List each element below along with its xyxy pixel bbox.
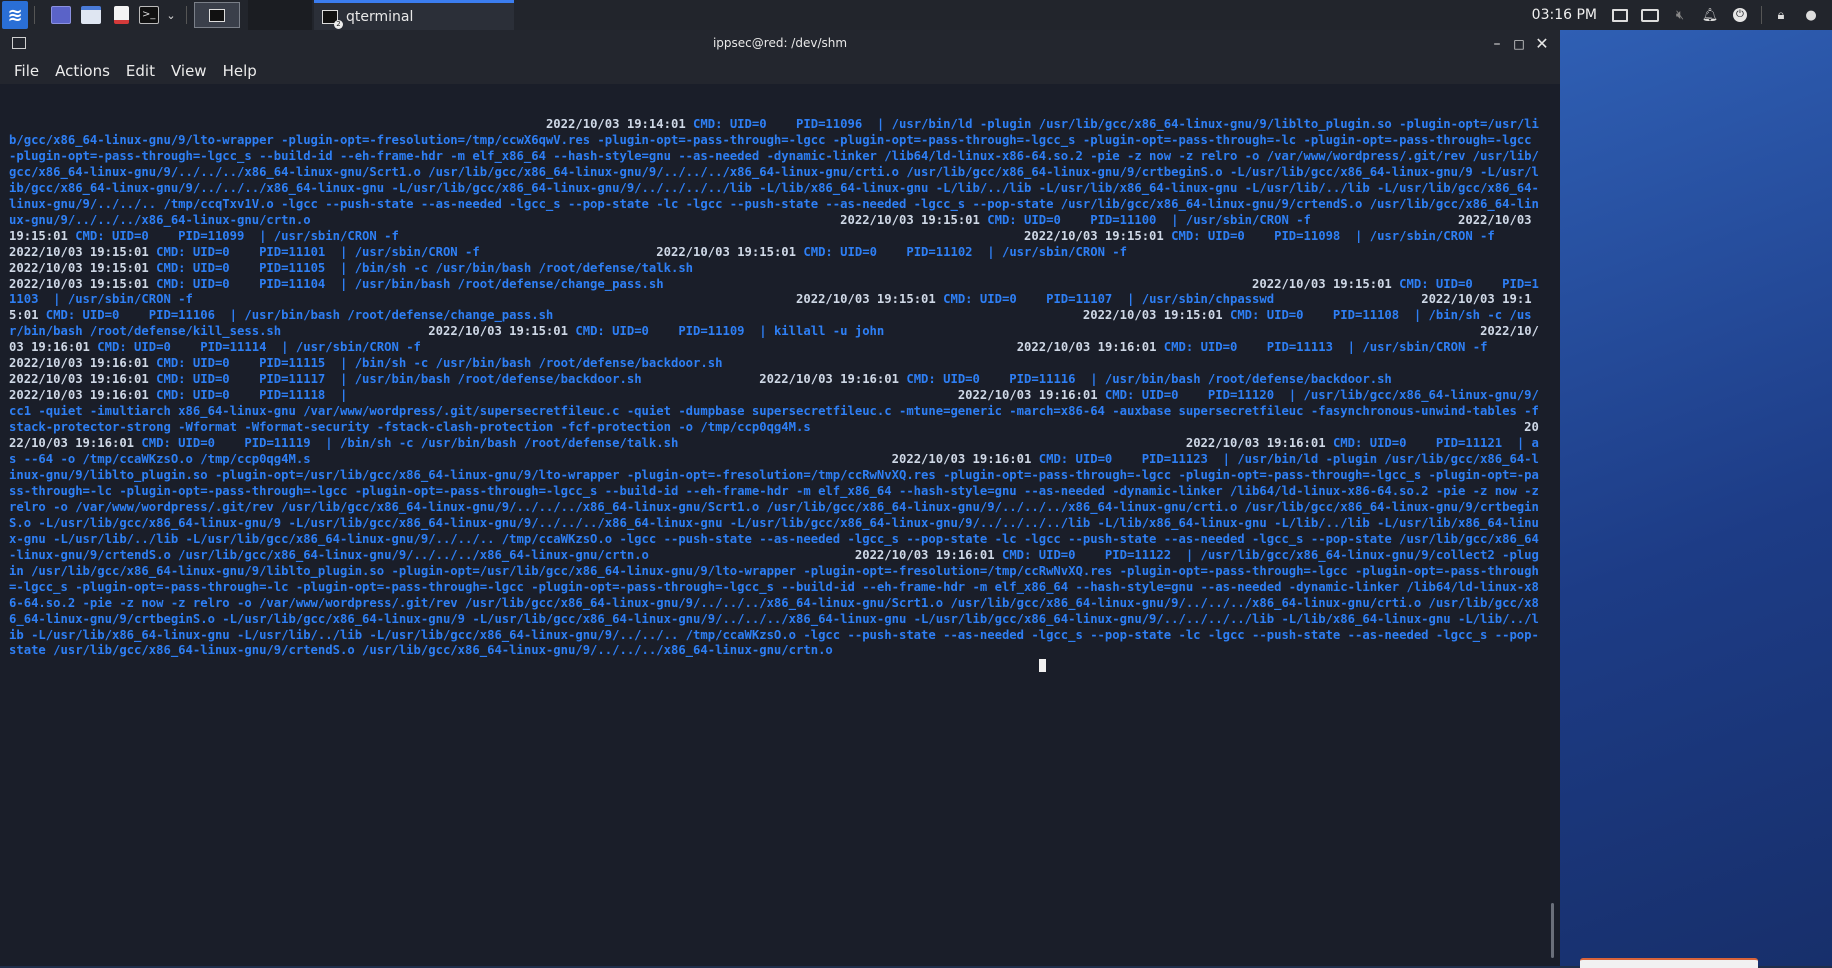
- workspace-2[interactable]: [248, 0, 312, 30]
- log-timestamp: 2022/10/03 19:15:01: [9, 260, 149, 275]
- terminal-line: 2022/10/03 19:15:01 CMD: UID=0 PID=11102…: [480, 245, 1127, 259]
- log-timestamp: 2022/10/03 19:16:01: [854, 547, 995, 562]
- terminal-icon: [209, 8, 225, 22]
- close-button[interactable]: ✕: [1533, 35, 1551, 53]
- log-command: CMD: UID=0 PID=11115 | /bin/sh -c /usr/b…: [148, 356, 723, 371]
- maximize-button[interactable]: □: [1510, 35, 1528, 53]
- clock[interactable]: 03:16 PM: [1532, 7, 1597, 23]
- panel-separator: [1761, 6, 1762, 24]
- log-command: CMD: UID=0 PID=11123 | /usr/bin/ld -plug…: [9, 452, 1546, 562]
- log-command: CMD: UID=0 PID=11102 | /usr/sbin/CRON -f: [796, 244, 1127, 259]
- log-command: CMD: UID=0 PID=11104 | /usr/bin/bash /ro…: [148, 276, 664, 291]
- log-timestamp: 2022/10/03 19:16:01: [9, 388, 149, 403]
- terminal-window: ippsec@red: /dev/shm – □ ✕ File Actions …: [0, 30, 1560, 966]
- log-command: CMD: UID=0 PID=11113 | /usr/sbin/CRON -f: [1156, 340, 1488, 355]
- keyboard-icon[interactable]: [1641, 6, 1659, 24]
- log-timestamp: 2022/10/03 19:15:01: [428, 324, 568, 339]
- terminal-line: 2022/10/03 19:14:01 CMD: UID=0 PID=11096…: [9, 117, 1539, 227]
- terminal-text: 2022/10/03 19:14:01 CMD: UID=0 PID=11096…: [9, 117, 1539, 675]
- panel-separator: [34, 6, 35, 24]
- menu-file[interactable]: File: [14, 62, 39, 80]
- log-timestamp: 2022/10/03 19:15:01: [656, 244, 797, 259]
- desktop-widget: [1580, 958, 1758, 968]
- task-label: qterminal: [346, 8, 414, 25]
- text-editor-icon[interactable]: [108, 0, 134, 30]
- menu-help[interactable]: Help: [223, 62, 257, 80]
- text-cursor: [1038, 659, 1046, 673]
- log-timestamp: 2022/10/03 19:16:01: [957, 388, 1098, 403]
- log-timestamp: 2022/10/03 19:16:01: [9, 356, 149, 371]
- log-command: CMD: UID=0 PID=11119 | /bin/sh -c /usr/b…: [134, 436, 679, 451]
- workspace-1[interactable]: [194, 2, 240, 28]
- terminal-line: 2022/10/03 19:15:01 CMD: UID=0 PID=11109…: [281, 324, 884, 338]
- log-timestamp: 2022/10/03 19:16:01: [759, 372, 899, 387]
- log-command: CMD: UID=0 PID=11106 | /usr/bin/bash /ro…: [38, 308, 554, 323]
- system-tray: 03:16 PM 🔇︎ 🔔︎ ⏻ 🔒︎ ●: [1532, 0, 1832, 30]
- log-timestamp: 2022/10/03 19:15:01: [9, 276, 149, 291]
- menu-bar: File Actions Edit View Help: [0, 58, 1560, 84]
- log-timestamp: 2022/10/03 19:15:01: [1252, 276, 1392, 291]
- log-command: CMD: UID=0 PID=11114 | /usr/sbin/CRON -f: [89, 340, 421, 355]
- log-command: CMD: UID=0 PID=11101 | /usr/sbin/CRON -f: [148, 244, 480, 259]
- log-command: CMD: UID=0 PID=11100 | /usr/sbin/CRON -f: [979, 212, 1311, 227]
- terminal-output[interactable]: 2022/10/03 19:14:01 CMD: UID=0 PID=11096…: [0, 84, 1546, 966]
- terminal-line: 2022/10/03 19:15:01 CMD: UID=0 PID=11107…: [193, 292, 1274, 306]
- desktop-icon[interactable]: [48, 0, 74, 30]
- scrollbar-thumb[interactable]: [1551, 903, 1554, 958]
- menu-actions[interactable]: Actions: [55, 62, 110, 80]
- log-timestamp: 2022/10/03 19:15:01: [1082, 308, 1223, 323]
- volume-icon[interactable]: 🔇︎: [1671, 6, 1689, 24]
- terminal-line: 2022/10/03 19:15:01 CMD: UID=0 PID=11100…: [311, 213, 1311, 227]
- menu-view[interactable]: View: [171, 62, 207, 80]
- terminal-line: 2022/10/03 19:16:01 CMD: UID=0 PID=11116…: [642, 372, 1392, 386]
- panel-separator: [186, 6, 187, 24]
- minimize-button[interactable]: –: [1488, 35, 1506, 53]
- terminal-icon: 2: [322, 9, 343, 29]
- log-command: CMD: UID=0 PID=11109 | killall -u john: [568, 324, 885, 339]
- log-command: CMD: UID=0 PID=11099 | /usr/sbin/CRON -f: [67, 228, 399, 243]
- terminal-line: 2022/10/03 19:16:01 CMD: UID=0 PID=11123…: [9, 452, 1546, 562]
- log-command: CMD: UID=0 PID=11116 | /usr/bin/bash /ro…: [898, 372, 1392, 387]
- log-command: CMD: UID=0 PID=11107 | /usr/sbin/chpassw…: [935, 292, 1275, 307]
- power-icon[interactable]: ⏻: [1731, 6, 1749, 24]
- log-timestamp: 2022/10/03 19:16:01: [9, 372, 149, 387]
- window-titlebar[interactable]: ippsec@red: /dev/shm – □ ✕: [0, 30, 1560, 58]
- terminal-line: 2022/10/03 19:15:01 CMD: UID=0 PID=11098…: [399, 229, 1495, 243]
- terminal-line: 2022/10/03 19:16:01 CMD: UID=0 PID=11113…: [421, 340, 1488, 354]
- log-command: CMD: UID=0 PID=11105 | /bin/sh -c /usr/b…: [148, 260, 694, 275]
- chevron-down-icon[interactable]: ⌄: [162, 0, 180, 30]
- log-timestamp: 2022/10/03 19:14:01: [545, 117, 686, 131]
- terminal-line: 2022/10/03 19:16:01 CMD: UID=0 PID=11122…: [9, 548, 1539, 658]
- log-command: CMD: UID=0 PID=11098 | /usr/sbin/CRON -f: [1163, 228, 1495, 243]
- log-timestamp: 2022/10/03 19:15:01: [9, 244, 149, 259]
- log-timestamp: 2022/10/03 19:16:01: [1185, 436, 1326, 451]
- taskbar-item-qterminal[interactable]: 2 qterminal: [314, 0, 514, 30]
- user-icon[interactable]: ●: [1802, 6, 1820, 24]
- log-command: CMD: UID=0 PID=11117 | /usr/bin/bash /ro…: [148, 372, 642, 387]
- log-command: CMD: UID=0 PID=11096 | /usr/bin/ld -plug…: [9, 117, 1539, 227]
- window-title: ippsec@red: /dev/shm: [712, 36, 848, 50]
- file-manager-icon[interactable]: [78, 0, 104, 30]
- log-command: CMD: UID=0 PID=11122 | /usr/lib/gcc/x86_…: [9, 547, 1539, 658]
- log-timestamp: 2022/10/03 19:15:01: [1024, 228, 1164, 243]
- log-timestamp: 2022/10/03 19:15:01: [796, 292, 936, 307]
- log-timestamp: 2022/10/03 19:16:01: [1016, 340, 1157, 355]
- desktop-background: [1560, 30, 1832, 966]
- menu-edit[interactable]: Edit: [126, 62, 155, 80]
- scrollbar[interactable]: [1546, 84, 1560, 966]
- display-icon[interactable]: [1611, 6, 1629, 24]
- bell-icon[interactable]: 🔔︎: [1701, 6, 1719, 24]
- log-timestamp: 2022/10/03 19:16:01: [891, 452, 1032, 467]
- log-command: CMD: UID=0 PID=11118 |: [148, 388, 355, 403]
- kali-dragon-icon[interactable]: ≋: [2, 1, 28, 29]
- terminal-icon[interactable]: >_: [136, 0, 162, 30]
- lock-icon[interactable]: 🔒︎: [1772, 6, 1790, 24]
- top-panel: ≋ >_ ⌄ 2 qterminal 03:16 PM 🔇︎ 🔔︎ ⏻ 🔒︎ ●: [0, 0, 1832, 30]
- log-timestamp: 2022/10/03 19:15:01: [840, 212, 980, 227]
